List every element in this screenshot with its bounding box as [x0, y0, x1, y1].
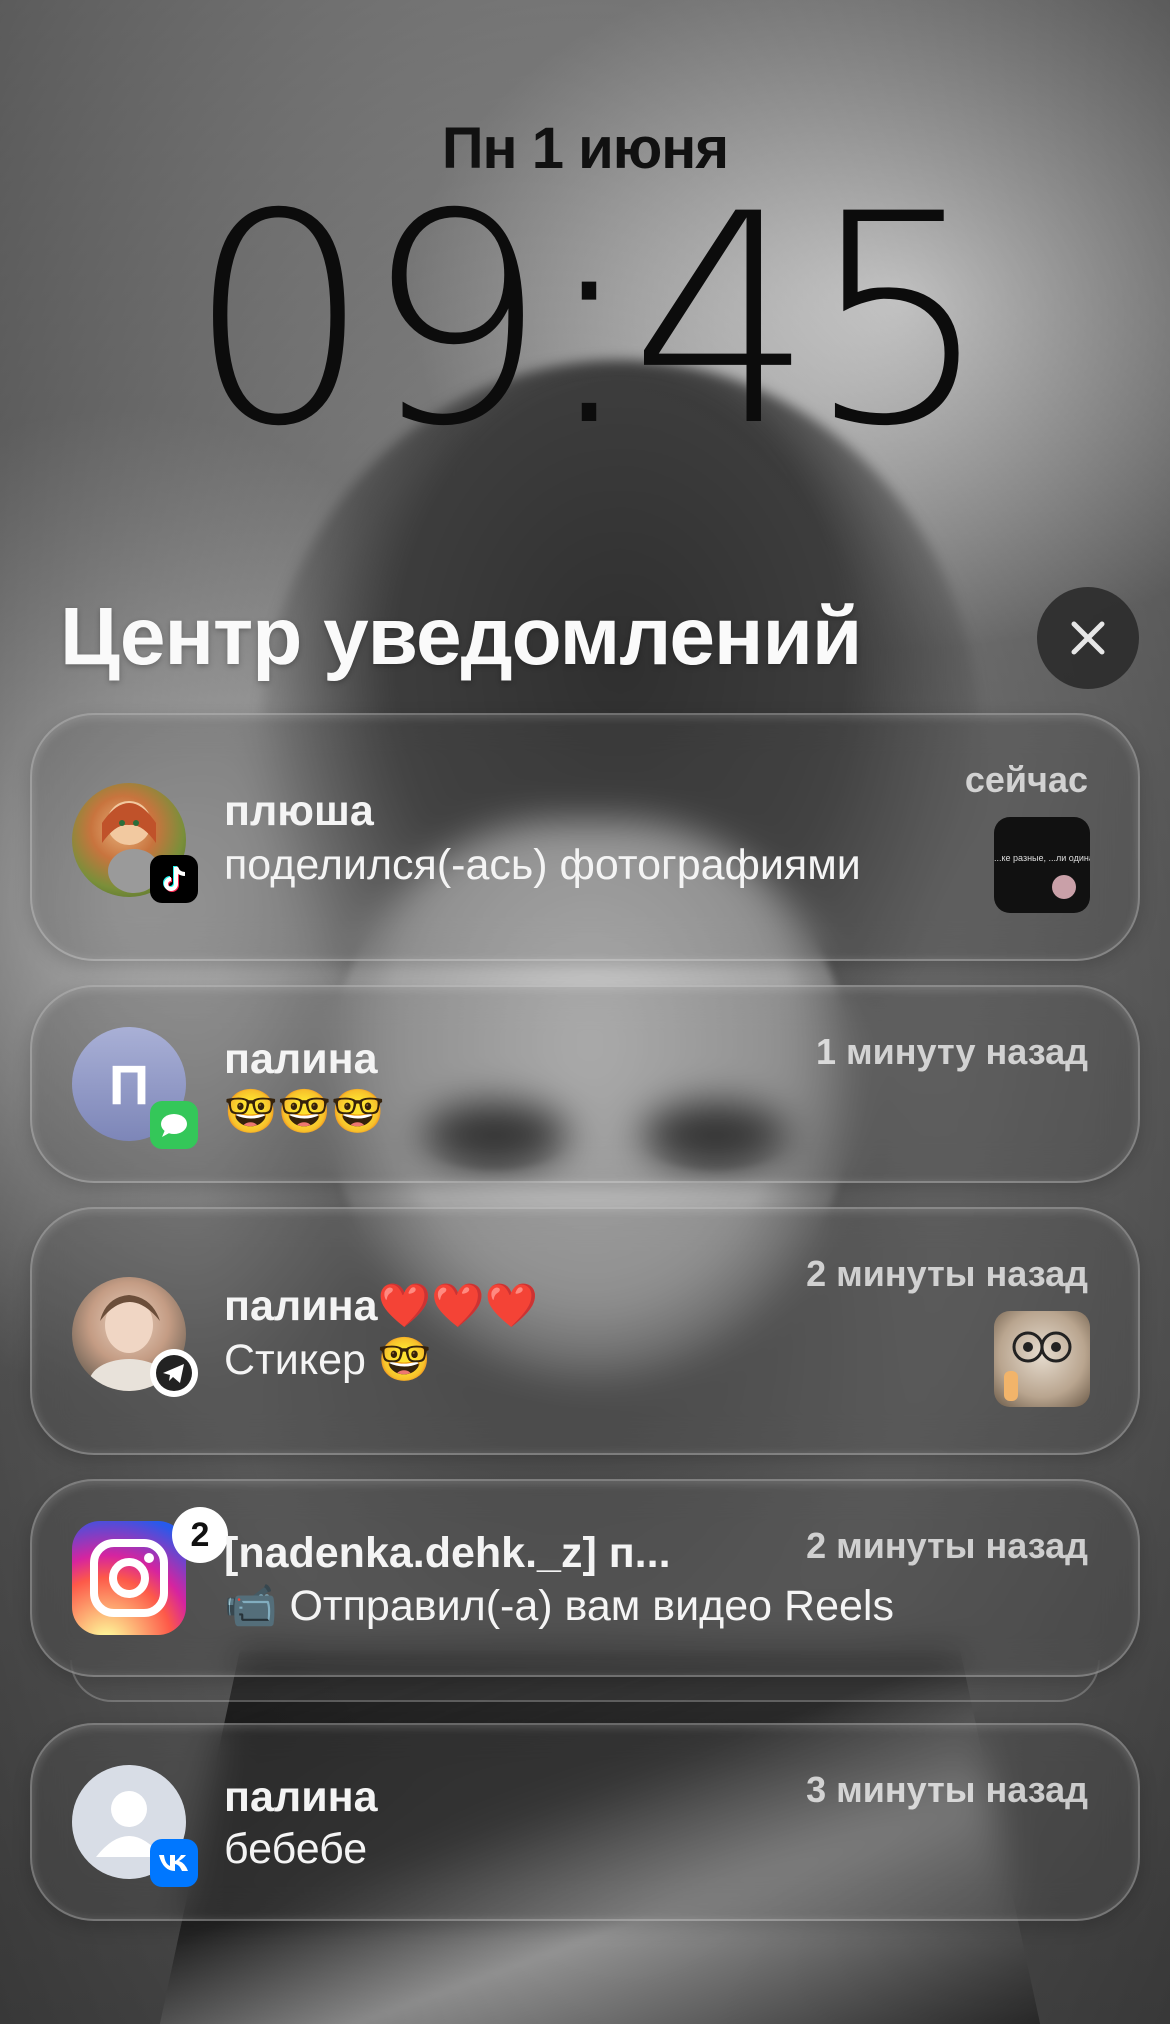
instagram-icon — [72, 1521, 186, 1635]
sticker-hamster-icon — [1004, 1331, 1072, 1401]
notification-time: сейчас — [964, 759, 1088, 800]
notification-sticker-thumbnail — [994, 1311, 1090, 1407]
notification-sender: [nadenka.dehk._z] п... — [224, 1529, 671, 1577]
notification-message: Стикер 🤓 — [224, 1336, 432, 1384]
notification-message: 🤓🤓🤓 — [224, 1087, 385, 1137]
vk-icon — [150, 1839, 198, 1887]
notification-card-messages[interactable]: П 1 минуту назад палина 🤓🤓🤓 — [30, 985, 1140, 1183]
notification-card-vk[interactable]: 3 минуты назад палина бебебе — [30, 1723, 1140, 1921]
telegram-icon — [150, 1349, 198, 1397]
close-icon — [1071, 621, 1105, 655]
unread-count-badge: 2 — [172, 1507, 228, 1563]
lockscreen-clock: 09:45 — [187, 153, 991, 490]
avatar-letter: П — [108, 1052, 150, 1116]
notification-sender: палина — [224, 1035, 378, 1083]
notification-time: 1 минуту назад — [815, 1031, 1088, 1072]
tiktok-icon — [150, 855, 198, 903]
notification-time: 2 минуты назад — [806, 1525, 1088, 1566]
close-button[interactable] — [1037, 587, 1139, 689]
notification-card-telegram[interactable]: 2 минуты назад палина❤️❤️❤️ Стикер 🤓 — [30, 1207, 1140, 1455]
notification-time: 2 минуты назад — [806, 1253, 1088, 1294]
notification-message: 📹 Отправил(-а) вам видео Reels — [224, 1582, 894, 1630]
notification-card-instagram[interactable]: 2 2 минуты назад [nadenka.dehk._z] п... … — [30, 1479, 1140, 1677]
notification-card-tiktok[interactable]: сейчас плюша поделился(-ась) фотографиям… — [30, 713, 1140, 961]
notification-center-title: Центр уведомлений — [60, 591, 862, 682]
thumbnail-flower-icon — [1052, 875, 1076, 899]
notification-message: поделился(-ась) фотографиями — [224, 841, 861, 889]
notification-sender: палина❤️❤️❤️ — [224, 1282, 539, 1330]
notification-thumbnail: ...ке разные, ...ли одинаково — [994, 817, 1090, 913]
notification-time: 3 минуты назад — [806, 1769, 1088, 1810]
thumbnail-caption: ...ке разные, ...ли одинаково — [994, 853, 1090, 863]
messages-icon — [150, 1101, 198, 1149]
notification-message: бебебе — [224, 1825, 368, 1873]
notification-sender: палина — [224, 1773, 378, 1821]
notification-sender: плюша — [224, 787, 374, 835]
